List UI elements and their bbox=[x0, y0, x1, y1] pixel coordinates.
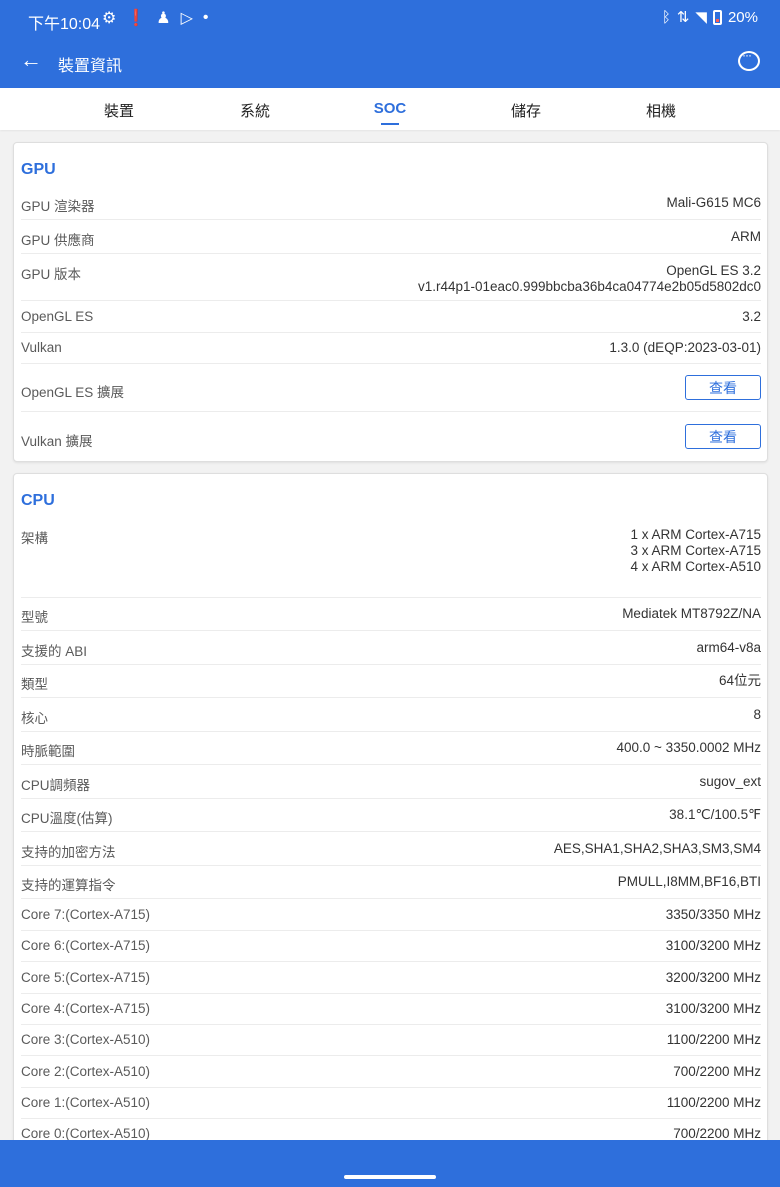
bluetooth-icon: ᛒ bbox=[661, 8, 671, 26]
tab-indicator bbox=[381, 123, 399, 125]
battery-icon bbox=[712, 9, 722, 25]
cpu-card: CPU 架構 1 x ARM Cortex-A715 3 x ARM Corte… bbox=[13, 473, 768, 1175]
view-vulkan-ext-button[interactable]: 查看 bbox=[685, 424, 761, 449]
tab-soc[interactable]: SOC bbox=[374, 100, 407, 117]
back-arrow-icon[interactable]: ← bbox=[20, 48, 42, 72]
tab-system[interactable]: 系統 bbox=[240, 100, 270, 121]
navigation-bar bbox=[0, 1140, 780, 1187]
page-title: 裝置資訊 bbox=[58, 58, 123, 75]
status-bar: 下午10:04 ⚙ ❗ ♟ ▷ • ᛒ ⇅ ◥ 20% bbox=[0, 0, 780, 36]
status-time: 下午10:04 bbox=[28, 16, 101, 33]
app-bar: 下午10:04 ⚙ ❗ ♟ ▷ • ᛒ ⇅ ◥ 20% ← 裝置資訊 bbox=[0, 0, 780, 88]
tab-camera[interactable]: 相機 bbox=[646, 100, 676, 121]
data-arrows-icon: ⇅ bbox=[676, 9, 690, 26]
gpu-card: GPU GPU 渲染器 Mali-G615 MC6 GPU 供應商 ARM GP… bbox=[13, 142, 768, 462]
dot-icon: • bbox=[202, 9, 209, 26]
home-gesture-handle[interactable] bbox=[344, 1175, 436, 1179]
wifi-icon: ◥ bbox=[695, 9, 707, 26]
gear-icon: ⚙ bbox=[102, 10, 117, 27]
tab-device[interactable]: 裝置 bbox=[104, 100, 134, 121]
toolbar: ← 裝置資訊 bbox=[0, 36, 780, 88]
battery-percent: 20% bbox=[727, 8, 758, 26]
tab-storage[interactable]: 儲存 bbox=[511, 100, 541, 121]
cpu-card-title: CPU bbox=[21, 492, 55, 509]
gpu-card-title: GPU bbox=[21, 161, 56, 178]
feedback-chat-icon[interactable] bbox=[738, 48, 760, 71]
play-store-icon: ▷ bbox=[180, 10, 193, 27]
alert-icon: ❗ bbox=[126, 10, 147, 27]
person-icon: ♟ bbox=[156, 10, 171, 27]
view-opengl-ext-button[interactable]: 查看 bbox=[685, 375, 761, 400]
